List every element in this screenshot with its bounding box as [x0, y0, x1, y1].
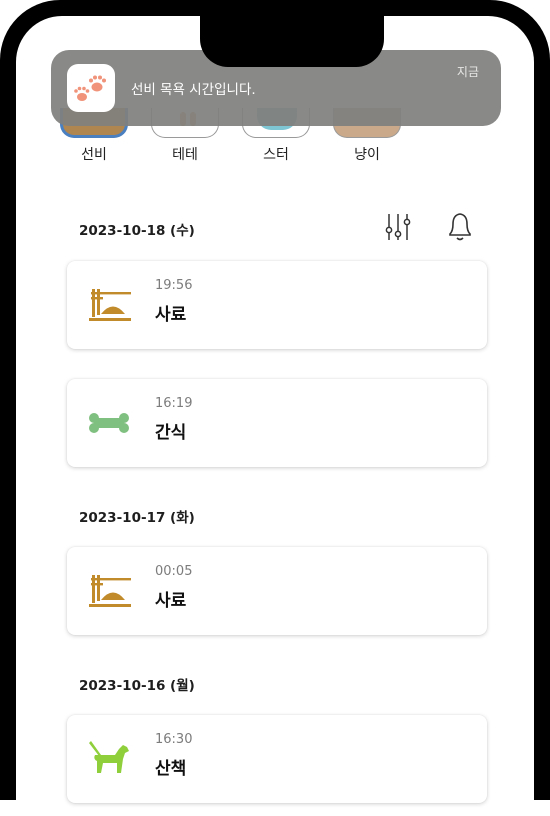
record-time: 00:05	[155, 564, 193, 579]
pet-name: 테테	[172, 147, 198, 163]
camera-notch	[200, 16, 384, 67]
notification-message: 선비 목욕 시간입니다.	[131, 82, 256, 98]
app-screen: 선비 테테 스터 냥이 2023-10-18 (수) 19:56 사료 16:1…	[16, 16, 534, 816]
bell-icon[interactable]	[444, 209, 476, 247]
record-label: 사료	[155, 305, 187, 325]
date-header: 2023-10-16 (월)	[79, 678, 195, 694]
record-card[interactable]: 19:56 사료	[67, 261, 487, 349]
record-time: 16:30	[155, 732, 193, 747]
date-header: 2023-10-18 (수)	[79, 223, 195, 239]
pet-name: 선비	[81, 147, 107, 163]
record-card[interactable]: 16:30 산책	[67, 715, 487, 803]
pet-name: 스터	[263, 147, 289, 163]
record-card[interactable]: 16:19 간식	[67, 379, 487, 467]
notification-time: 지금	[456, 65, 479, 79]
date-header: 2023-10-17 (화)	[79, 510, 195, 526]
bone-icon	[87, 401, 133, 445]
feed-bowl-icon	[87, 283, 133, 327]
record-card[interactable]: 00:05 사료	[67, 547, 487, 635]
record-time: 16:19	[155, 396, 193, 411]
side-button	[0, 250, 4, 310]
record-label: 산책	[155, 759, 187, 779]
record-time: 19:56	[155, 278, 193, 293]
sliders-icon[interactable]	[384, 212, 412, 246]
dog-walk-icon	[87, 737, 133, 781]
record-label: 사료	[155, 591, 187, 611]
pet-name: 냥이	[354, 147, 380, 163]
paw-icon	[67, 64, 115, 112]
record-label: 간식	[155, 423, 187, 443]
feed-bowl-icon	[87, 569, 133, 613]
